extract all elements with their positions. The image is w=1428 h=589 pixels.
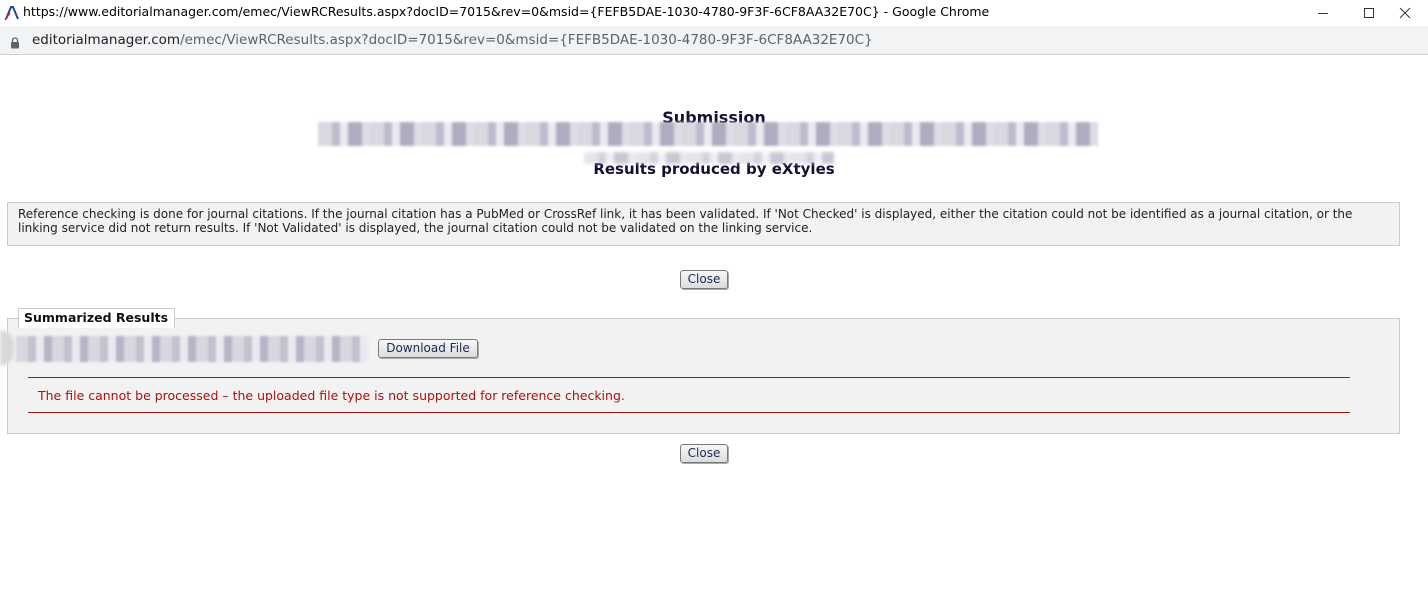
close-button-top[interactable]: Close [680, 270, 728, 289]
url-text[interactable]: editorialmanager.com/emec/ViewRCResults.… [32, 32, 873, 48]
download-file-button[interactable]: Download File [378, 339, 478, 358]
lock-icon[interactable] [10, 34, 20, 49]
error-area: The file cannot be processed – the uploa… [28, 377, 1350, 413]
address-bar[interactable]: editorialmanager.com/emec/ViewRCResults.… [0, 26, 1428, 55]
redacted-subtitle [584, 152, 834, 164]
error-message: The file cannot be processed – the uploa… [38, 388, 625, 403]
url-host: editorialmanager.com [32, 32, 181, 48]
info-box: Reference checking is done for journal c… [7, 202, 1400, 246]
summarized-results-legend: Summarized Results [18, 308, 176, 328]
window-titlebar: https://www.editorialmanager.com/emec/Vi… [0, 0, 1428, 26]
url-path: /emec/ViewRCResults.aspx?docID=7015&rev=… [180, 32, 873, 48]
window-title: https://www.editorialmanager.com/emec/Vi… [23, 4, 990, 19]
redacted-manuscript-title [318, 122, 1098, 146]
close-window-icon[interactable] [1382, 0, 1428, 26]
app-favicon-icon [4, 5, 20, 21]
close-button-bottom[interactable]: Close [680, 444, 728, 463]
minimize-icon[interactable] [1300, 0, 1346, 26]
redacted-file-name [16, 336, 368, 362]
